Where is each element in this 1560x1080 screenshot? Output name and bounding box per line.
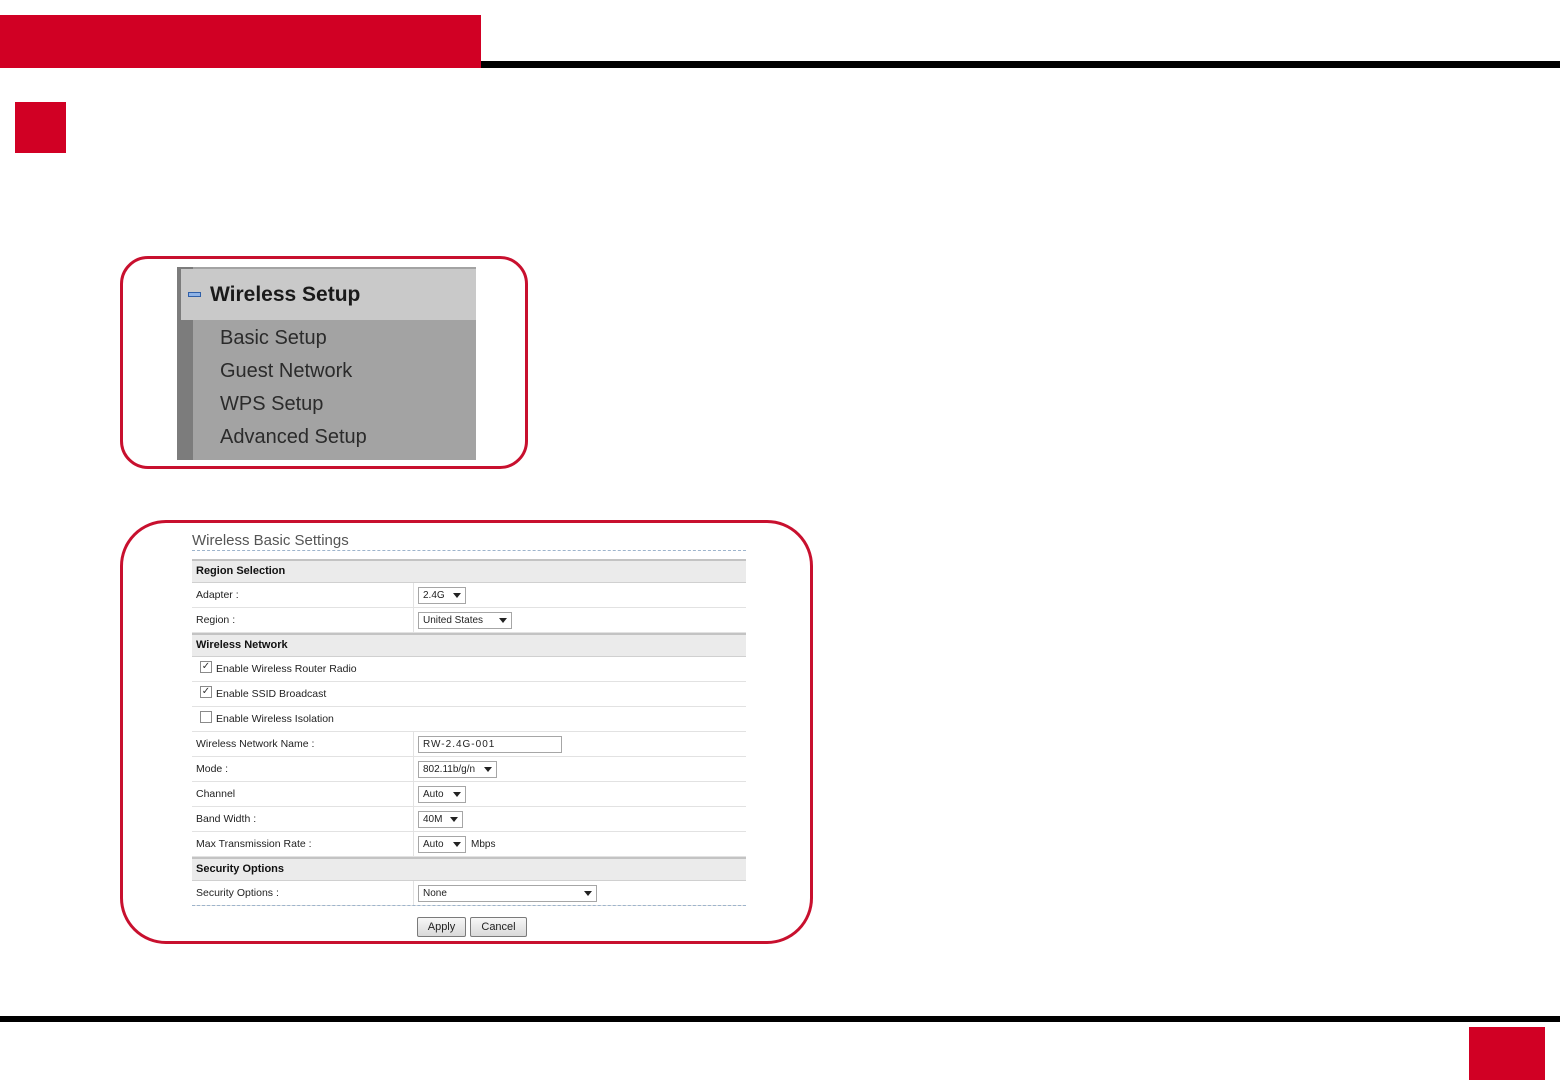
mode-select-value: 802.11b/g/n bbox=[423, 763, 476, 775]
channel-row: Channel Auto bbox=[192, 782, 746, 807]
menu-title: Wireless Setup bbox=[210, 282, 361, 306]
ssid-broadcast-checkbox[interactable]: ✓ bbox=[200, 686, 212, 698]
wireless-basic-settings-panel: Wireless Basic Settings Region Selection… bbox=[192, 530, 746, 940]
mode-label: Mode : bbox=[192, 757, 414, 781]
menu-items: Basic Setup Guest Network WPS Setup Adva… bbox=[220, 323, 367, 455]
menu-item-advanced-setup[interactable]: Advanced Setup bbox=[220, 422, 367, 455]
network-name-row: Wireless Network Name : RW-2.4G-001 bbox=[192, 732, 746, 757]
mode-select[interactable]: 802.11b/g/n bbox=[418, 760, 497, 778]
rate-label: Max Transmission Rate : bbox=[192, 832, 414, 856]
settings-title: Wireless Basic Settings bbox=[192, 532, 349, 549]
chevron-down-icon bbox=[453, 841, 461, 847]
isolation-label: Enable Wireless Isolation bbox=[216, 713, 334, 725]
menu-item-guest-network[interactable]: Guest Network bbox=[220, 356, 367, 389]
enable-radio-label: Enable Wireless Router Radio bbox=[216, 663, 357, 675]
step-marker bbox=[15, 102, 66, 153]
security-options-label: Security Options : bbox=[192, 881, 414, 905]
settings-form: Region Selection Adapter : 2.4G Region :… bbox=[192, 559, 746, 906]
collapse-icon[interactable] bbox=[188, 292, 201, 297]
header-banner bbox=[0, 15, 481, 68]
section-header-security: Security Options bbox=[192, 857, 746, 881]
adapter-select[interactable]: 2.4G bbox=[418, 586, 466, 604]
wireless-setup-menu: Wireless Setup Basic Setup Guest Network… bbox=[177, 267, 476, 460]
footer-divider bbox=[192, 905, 746, 906]
bandwidth-row: Band Width : 40M bbox=[192, 807, 746, 832]
rate-row: Max Transmission Rate : Auto Mbps bbox=[192, 832, 746, 857]
security-options-row: Security Options : None bbox=[192, 881, 746, 906]
chevron-down-icon bbox=[484, 766, 492, 772]
rate-select-value: Auto bbox=[423, 838, 444, 850]
rate-select[interactable]: Auto bbox=[418, 835, 466, 853]
rate-unit: Mbps bbox=[471, 838, 496, 850]
bandwidth-label: Band Width : bbox=[192, 807, 414, 831]
adapter-select-value: 2.4G bbox=[423, 589, 445, 601]
section-header-wireless-network: Wireless Network bbox=[192, 633, 746, 657]
region-select-value: United States bbox=[423, 614, 484, 626]
apply-button[interactable]: Apply bbox=[417, 917, 466, 937]
chevron-down-icon bbox=[453, 592, 461, 598]
security-options-select[interactable]: None bbox=[418, 884, 597, 902]
channel-select-value: Auto bbox=[423, 788, 444, 800]
ssid-broadcast-label: Enable SSID Broadcast bbox=[216, 688, 327, 700]
adapter-row: Adapter : 2.4G bbox=[192, 583, 746, 608]
region-row: Region : United States bbox=[192, 608, 746, 633]
channel-select[interactable]: Auto bbox=[418, 785, 466, 803]
region-select[interactable]: United States bbox=[418, 611, 512, 629]
bandwidth-select[interactable]: 40M bbox=[418, 810, 463, 828]
section-header-region: Region Selection bbox=[192, 561, 746, 583]
menu-item-wps-setup[interactable]: WPS Setup bbox=[220, 389, 367, 422]
cancel-button[interactable]: Cancel bbox=[470, 917, 527, 937]
ssid-broadcast-row: ✓ Enable SSID Broadcast bbox=[192, 682, 746, 707]
isolation-row: Enable Wireless Isolation bbox=[192, 707, 746, 732]
page-marker bbox=[1469, 1027, 1545, 1080]
region-label: Region : bbox=[192, 608, 414, 632]
network-name-label: Wireless Network Name : bbox=[192, 732, 414, 756]
footer-rule bbox=[0, 1016, 1560, 1022]
security-options-value: None bbox=[423, 887, 447, 899]
network-name-input[interactable]: RW-2.4G-001 bbox=[418, 735, 562, 753]
header-rule bbox=[481, 61, 1560, 68]
isolation-checkbox[interactable] bbox=[200, 711, 212, 723]
adapter-label: Adapter : bbox=[192, 583, 414, 607]
bandwidth-select-value: 40M bbox=[423, 813, 443, 825]
chevron-down-icon bbox=[453, 791, 461, 797]
chevron-down-icon bbox=[584, 890, 592, 896]
radio-enable-row: ✓ Enable Wireless Router Radio bbox=[192, 657, 746, 682]
enable-radio-checkbox[interactable]: ✓ bbox=[200, 661, 212, 673]
menu-item-basic-setup[interactable]: Basic Setup bbox=[220, 323, 367, 356]
channel-label: Channel bbox=[192, 782, 414, 806]
mode-row: Mode : 802.11b/g/n bbox=[192, 757, 746, 782]
chevron-down-icon bbox=[450, 816, 458, 822]
chevron-down-icon bbox=[499, 617, 507, 623]
title-divider bbox=[192, 550, 746, 551]
menu-header[interactable]: Wireless Setup bbox=[181, 269, 476, 320]
